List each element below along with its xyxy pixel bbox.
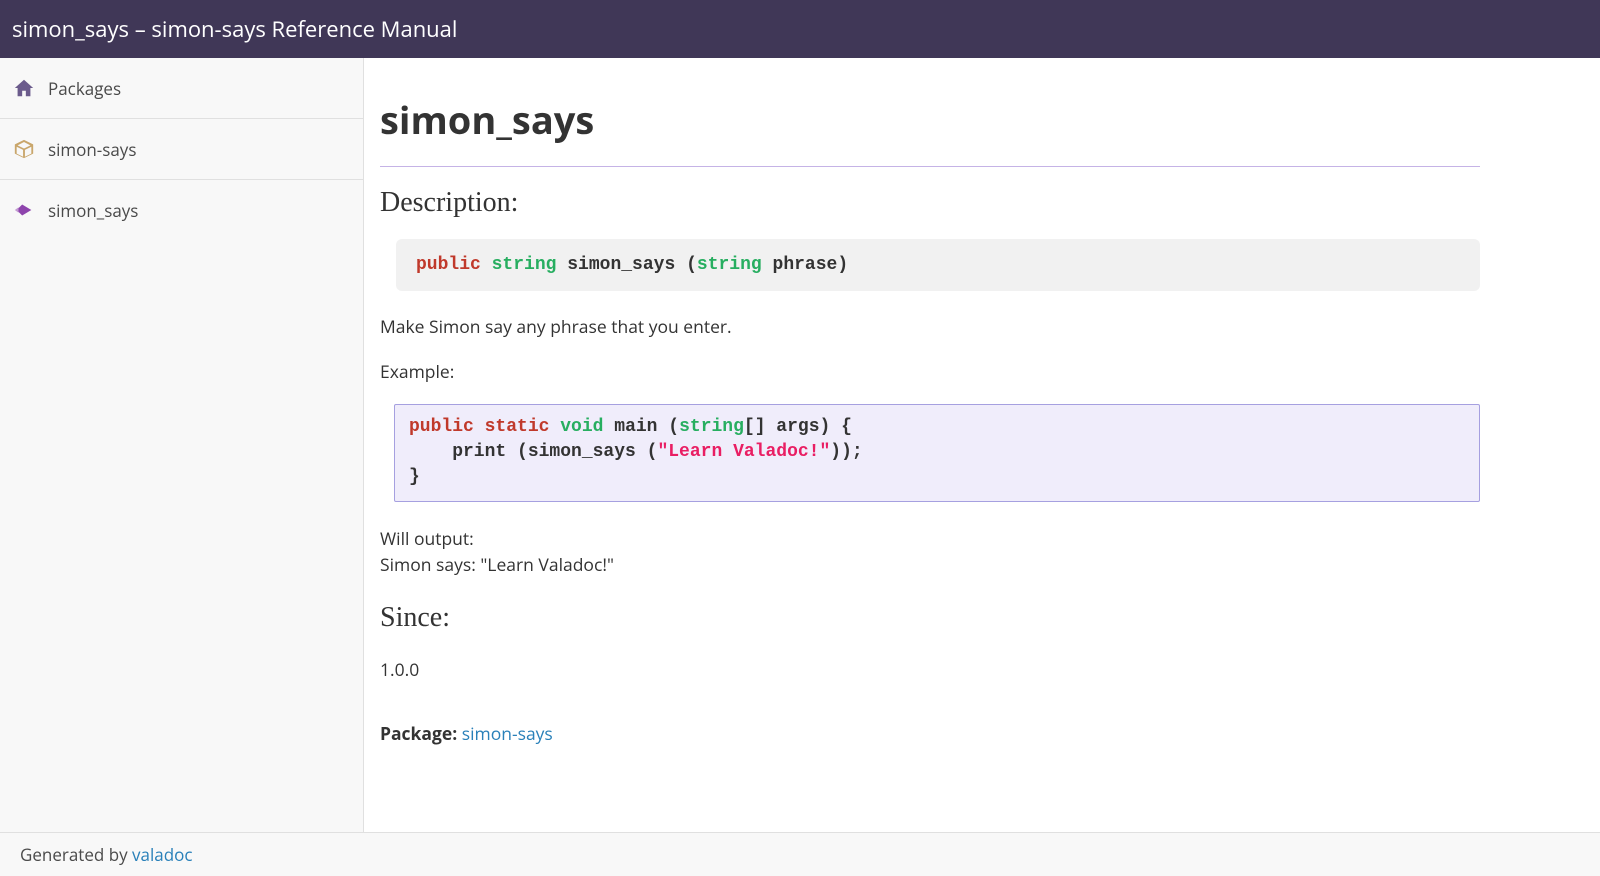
page-header: simon_says – simon-says Reference Manual — [0, 0, 1600, 58]
since-value: 1.0.0 — [380, 658, 1480, 682]
description-text: Make Simon say any phrase that you enter… — [380, 315, 1480, 340]
sidebar-item-simon-says-method[interactable]: simon_says — [0, 180, 363, 240]
page-title: simon_says — [380, 94, 1480, 167]
output-value: Simon says: "Learn Valadoc!" — [380, 552, 1480, 578]
method-icon — [12, 198, 36, 222]
since-heading: Since: — [380, 602, 1480, 634]
code-main: main ( — [603, 417, 679, 437]
code-kw-public: public — [409, 417, 474, 437]
code-rest1: [] args) { — [744, 417, 852, 437]
sidebar-item-simon-says-pkg[interactable]: simon-says — [0, 119, 363, 180]
code-example-block: public static void main (string[] args) … — [394, 404, 1480, 502]
footer-generated-by: Generated by — [20, 843, 132, 866]
code-line2-end: )); — [830, 442, 862, 462]
signature-param-name: phrase — [773, 255, 838, 275]
example-label: Example: — [380, 360, 1480, 385]
package-label: Package: — [380, 722, 457, 746]
code-line2-start: print (simon_says ( — [409, 442, 657, 462]
sidebar-item-packages[interactable]: Packages — [0, 58, 363, 119]
signature-param-type: string — [697, 255, 762, 275]
code-kw-string: string — [679, 417, 744, 437]
footer: Generated by valadoc — [0, 832, 1600, 876]
signature-paren-close: ) — [837, 255, 848, 275]
footer-valadoc-link[interactable]: valadoc — [132, 843, 192, 866]
signature-return-type: string — [492, 255, 557, 275]
sidebar-item-label: Packages — [48, 77, 121, 100]
code-line3: } — [409, 467, 420, 487]
sidebar: Packages simon-says simon_says — [0, 58, 364, 832]
content-area: simon_says Description: public string si… — [364, 58, 1600, 832]
signature-block: public string simon_says (string phrase) — [396, 239, 1480, 291]
sidebar-item-label: simon_says — [48, 199, 138, 222]
package-link[interactable]: simon-says — [462, 722, 553, 746]
signature-paren-open: ( — [686, 255, 697, 275]
output-block: Will output: Simon says: "Learn Valadoc!… — [380, 526, 1480, 579]
sidebar-item-label: simon-says — [48, 138, 136, 161]
home-icon — [12, 76, 36, 100]
package-line: Package: simon-says — [380, 722, 1480, 746]
code-kw-static: static — [485, 417, 550, 437]
header-title: simon_says – simon-says Reference Manual — [12, 14, 457, 44]
main-container: Packages simon-says simon_says simon_say… — [0, 58, 1600, 832]
description-heading: Description: — [380, 187, 1480, 219]
code-kw-void: void — [560, 417, 603, 437]
code-string-literal: "Learn Valadoc!" — [657, 442, 830, 462]
signature-access: public — [416, 255, 481, 275]
output-label: Will output: — [380, 526, 1480, 552]
signature-name: simon_says — [567, 255, 675, 275]
package-icon — [12, 137, 36, 161]
